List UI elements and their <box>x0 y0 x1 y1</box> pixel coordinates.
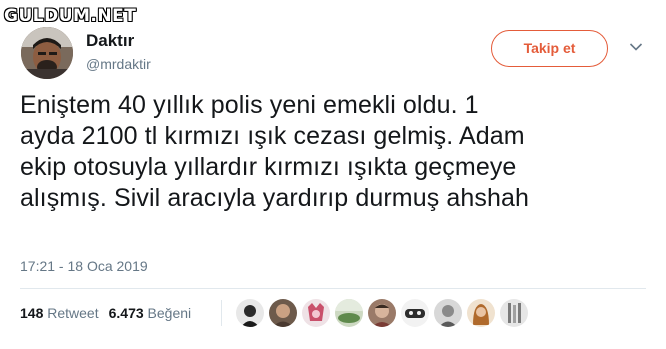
watermark-logo: GULDUM.NET <box>4 6 137 26</box>
divider <box>20 288 646 289</box>
tweet-timestamp[interactable]: 17:21 - 18 Oca 2019 <box>20 258 148 274</box>
tweet-text-line: ekip otosuyla yıllardır kırmızı ışıkta g… <box>20 153 517 181</box>
liker-avatar[interactable] <box>499 298 529 328</box>
avatar-image <box>21 27 73 79</box>
like-stat[interactable]: 6.473 Beğeni <box>109 305 192 321</box>
retweet-stat[interactable]: 148 Retweet <box>20 305 99 321</box>
author-avatar[interactable] <box>21 27 73 79</box>
liker-avatar[interactable] <box>334 298 364 328</box>
tweet-stats: 148 Retweet 6.473 Beğeni <box>20 305 191 321</box>
liker-avatar[interactable] <box>433 298 463 328</box>
liker-avatar[interactable] <box>235 298 265 328</box>
liker-avatar[interactable] <box>466 298 496 328</box>
liker-avatar[interactable] <box>367 298 397 328</box>
author-display-name[interactable]: Daktır <box>86 32 151 50</box>
tweet-text-line: ayda 2100 tl kırmızı ışık cezası gelmiş.… <box>20 122 525 150</box>
liker-avatar[interactable] <box>268 298 298 328</box>
like-count: 6.473 <box>108 305 144 321</box>
like-label: Beğeni <box>147 305 192 321</box>
follow-button[interactable]: Takip et <box>491 30 608 67</box>
liker-avatar[interactable] <box>400 298 430 328</box>
retweet-count: 148 <box>20 305 44 321</box>
chevron-down-icon[interactable] <box>629 42 643 52</box>
tweet-text: Eniştem 40 yıllık polis yeni emekli oldu… <box>20 90 650 214</box>
author-handle[interactable]: @mrdaktir <box>86 56 151 72</box>
tweet-text-line: alışmış. Sivil aracıyla yardırıp durmuş … <box>20 184 529 212</box>
liker-avatar[interactable] <box>301 298 331 328</box>
tweet-text-line: Eniştem 40 yıllık polis yeni emekli oldu… <box>20 91 479 119</box>
retweet-label: Retweet <box>47 305 99 321</box>
stats-separator <box>221 300 222 326</box>
author-info: Daktır @mrdaktir <box>86 32 151 73</box>
